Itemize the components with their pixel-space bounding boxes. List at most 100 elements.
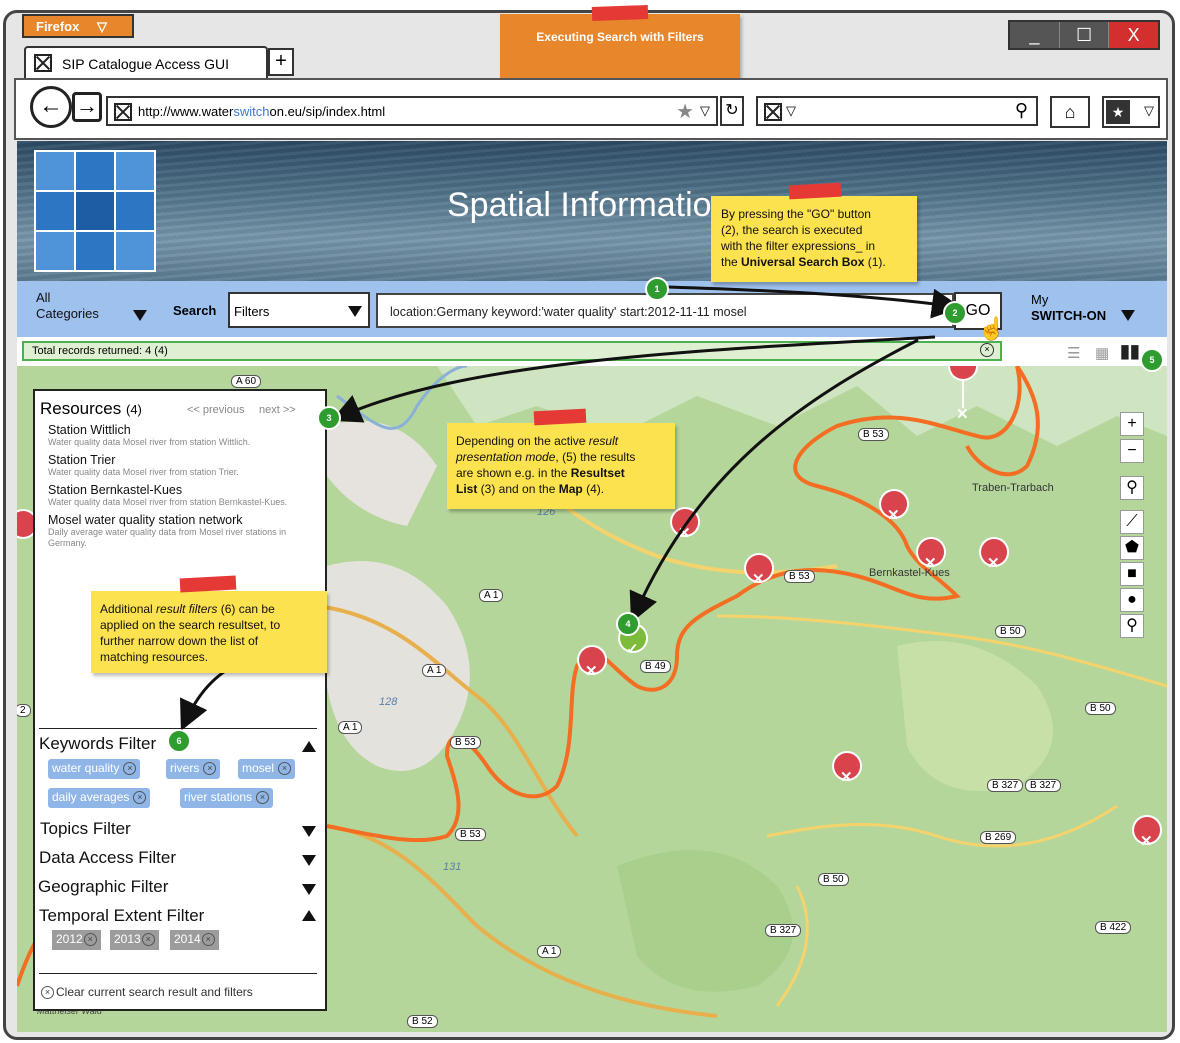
keyword-tag: river stations × [180,788,274,808]
resources-count: (4) [126,402,142,417]
list-item[interactable]: Mosel water quality station network Dail… [48,513,324,549]
browser-search-bar[interactable]: ▽ ⚲ [756,96,1038,126]
resource-desc: Water quality data Mosel river from stat… [48,467,239,477]
resource-desc: Water quality data Mosel river from stat… [48,437,251,447]
new-tab-button[interactable]: + [268,48,294,76]
keyword-tag: mosel × [238,759,296,779]
keywords-filter-heading[interactable]: Keywords Filter [39,734,156,754]
previous-link[interactable]: << previous [187,404,244,416]
remove-tag-icon[interactable]: × [123,762,137,775]
line-tool-icon[interactable]: ⟋ [1120,510,1144,534]
firefox-menu-button[interactable]: Firefox ▽ [22,14,134,38]
search-engine-icon [764,103,782,121]
remove-tag-icon[interactable]: × [256,791,270,804]
temporal-filter-heading[interactable]: Temporal Extent Filter [39,906,204,926]
resource-desc: Water quality data Mosel river from stat… [48,497,288,507]
chevron-up-icon[interactable] [302,741,316,752]
remove-tag-icon[interactable]: × [133,791,147,804]
note-line: (2), the search is executed [721,223,863,237]
site-icon [114,103,132,121]
search-icon[interactable]: ⚲ [1120,476,1144,500]
note-line: , (5) the results [555,450,636,464]
search-icon[interactable]: ⚲ [1015,100,1028,121]
map-pin-icon[interactable]: ✕ [840,768,853,786]
remove-tag-icon[interactable]: × [141,933,155,946]
map-pin-icon[interactable]: ✕ [956,405,969,423]
forward-arrow-icon[interactable]: → [72,92,102,122]
clear-button[interactable]: × Clear current search result and filters [41,985,253,999]
minimize-button[interactable]: _ [1010,22,1060,48]
back-arrow-icon[interactable]: ← [30,86,72,128]
selected-pin-icon[interactable]: ✓ [626,640,639,658]
records-bar: Total records returned: 4 (4) × [22,341,1002,361]
tab-sip-catalogue[interactable]: SIP Catalogue Access GUI [24,46,268,80]
list-item[interactable]: Station Wittlich Water quality data Mose… [48,423,250,448]
engine-dropdown-icon[interactable]: ▽ [786,103,796,119]
map-pin-icon[interactable]: ✕ [887,506,900,524]
categories-line2: Categories [36,306,99,321]
map-pin-icon[interactable]: ✕ [678,524,691,542]
filter-note: Additional result filters (6) can be app… [91,591,327,673]
map-pin-icon[interactable]: ✕ [752,570,765,588]
list-view-icon[interactable]: ☰ [1067,344,1080,362]
step-marker-2: 2 [943,301,967,325]
resources-title: Resources [40,399,122,418]
filter-mode-select[interactable]: Filters [228,292,370,328]
note-line: Additional [100,602,157,616]
bookmark-icon[interactable]: ★ ▽ [1102,96,1160,128]
tape [179,575,237,593]
note-italic: result filters [156,602,218,616]
map-pin-icon[interactable]: ✕ [924,554,937,572]
point-tool-icon[interactable]: ⚲ [1120,614,1144,638]
year-label: 2012 [56,932,83,946]
note-line: (6) can be [217,602,275,616]
zoom-in-icon[interactable]: + [1120,412,1144,436]
note-bold: List [456,482,478,496]
next-link[interactable]: next >> [259,404,296,416]
remove-tag-icon[interactable]: × [278,762,292,775]
data-access-filter-heading[interactable]: Data Access Filter [39,848,176,868]
url-bar[interactable]: http://www.waterswitchon.eu/sip/index.ht… [106,96,718,126]
map-view-icon[interactable]: ▮▮ [1120,341,1140,362]
star-icon[interactable]: ★ [676,99,694,124]
topics-filter-heading[interactable]: Topics Filter [40,819,131,839]
universal-search-box[interactable]: location:Germany keyword:'water quality'… [376,293,954,328]
list-item[interactable]: Station Bernkastel-Kues Water quality da… [48,483,287,508]
grid-view-icon[interactable]: ▦ [1095,344,1109,362]
banner-title: Spatial Informatio [447,186,712,224]
my-switch-on-menu[interactable]: My SWITCH-ON [1031,292,1135,324]
chevron-down-icon[interactable] [302,826,316,837]
geographic-filter-heading[interactable]: Geographic Filter [38,877,168,897]
list-item[interactable]: Station Trier Water quality data Mosel r… [48,453,239,478]
reload-icon[interactable]: ↻ [720,96,744,126]
close-button[interactable]: X [1109,22,1159,48]
tag-label: rivers [170,761,200,775]
tab-favicon-icon [34,54,52,72]
resource-title: Station Bernkastel-Kues [48,483,183,497]
keyword-tag: rivers × [166,759,221,779]
map-pin-icon[interactable]: ✕ [987,554,1000,572]
tape [533,408,587,426]
categories-dropdown[interactable]: All Categories [36,290,147,322]
circle-tool-icon[interactable]: ● [1120,588,1144,612]
remove-tag-icon[interactable]: × [201,933,215,946]
header-note: Executing Search with Filters [500,14,740,86]
note-line: further narrow down the list of [100,634,259,648]
remove-tag-icon[interactable]: × [203,762,217,775]
chevron-down-icon[interactable] [302,855,316,866]
rectangle-tool-icon[interactable]: ■ [1120,562,1144,586]
resultset-panel: Resources (4) << previous next >> Statio… [33,389,327,1011]
home-icon[interactable]: ⌂ [1050,96,1090,128]
polygon-tool-icon[interactable]: ⬟ [1120,536,1144,560]
zoom-out-icon[interactable]: − [1120,439,1144,463]
chevron-up-icon[interactable] [302,910,316,921]
year-tag: 2012 × [52,930,101,950]
note-bold: Universal Search Box [741,255,865,269]
clear-records-icon[interactable]: × [980,343,994,357]
maximize-button[interactable]: ☐ [1060,22,1110,48]
chevron-down-icon[interactable] [302,884,316,895]
map-pin-icon[interactable]: ✕ [1140,832,1153,850]
remove-tag-icon[interactable]: × [83,933,97,946]
url-dropdown-icon[interactable]: ▽ [700,103,710,119]
map-pin-icon[interactable]: ✕ [585,662,598,680]
